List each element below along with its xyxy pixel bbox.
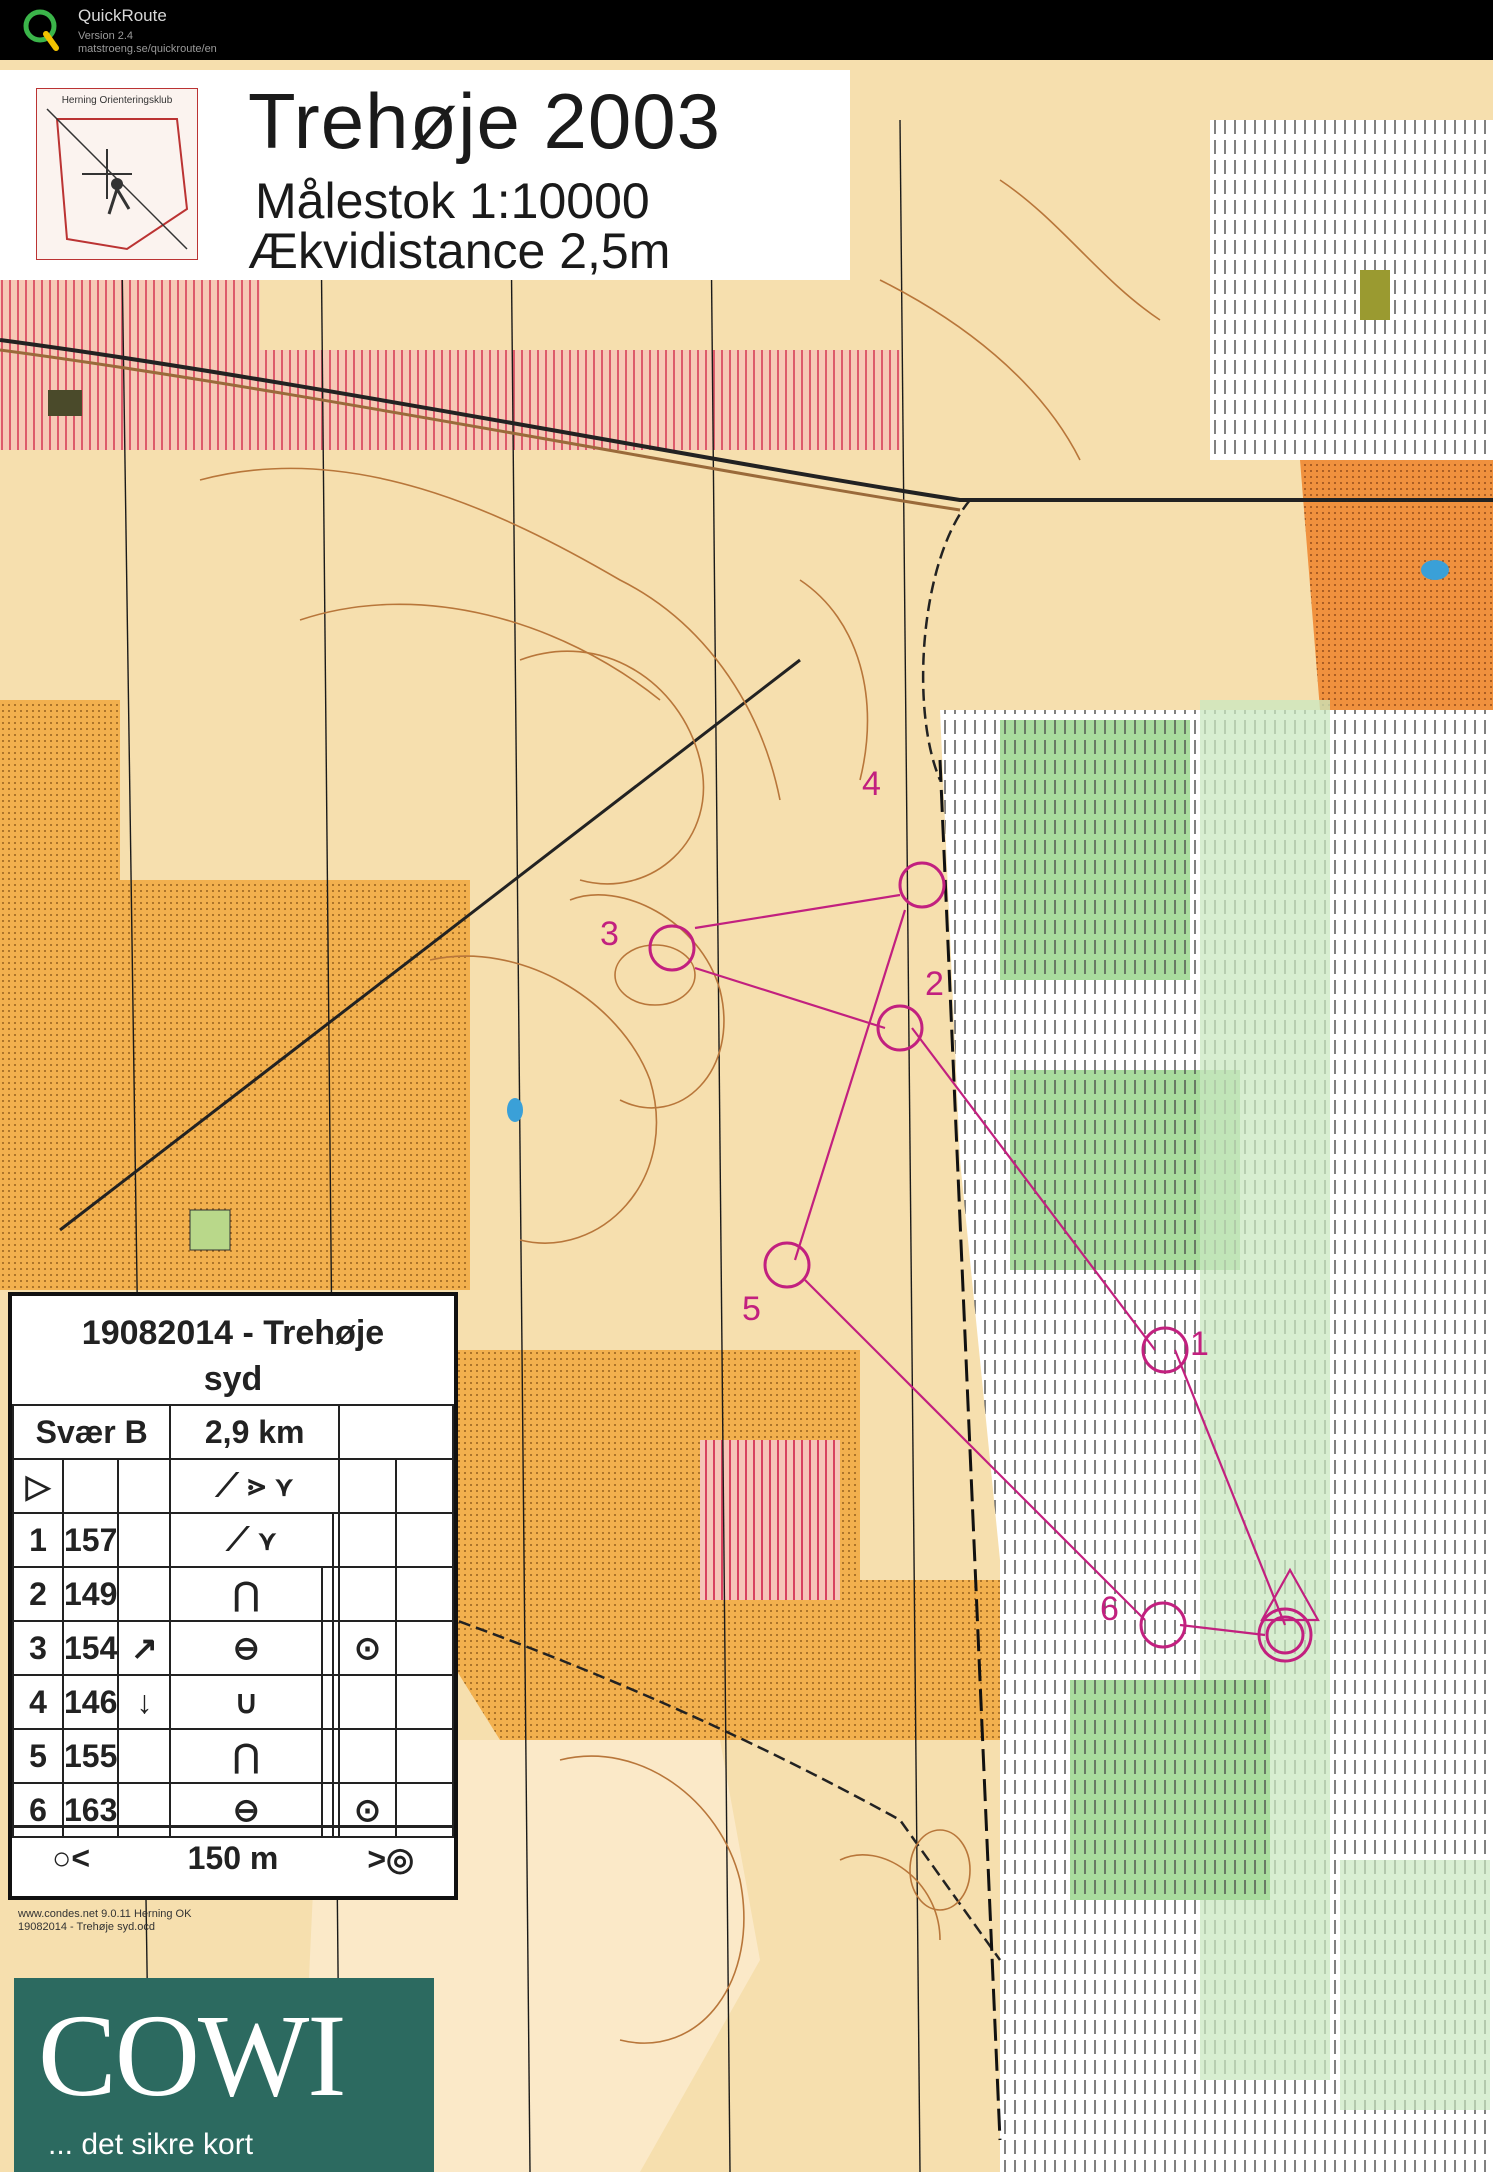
description-table: Svær B 2,9 km ▷ ⟋ ⋗ ⋎ 1 157 ⟋ ⋎ 2 149 ⋂ … [11,1404,454,1838]
building-southwest [189,1209,231,1251]
row-number: 1 [12,1512,64,1568]
class-row: Svær B 2,9 km [11,1404,454,1460]
control-code: 154 [61,1620,120,1676]
map-title: Trehøje 2003 [248,77,722,165]
building-northwest [48,390,82,416]
feature-symbol: ⋂ [169,1566,324,1622]
forest-green-1 [1000,720,1190,980]
direction [117,1566,172,1622]
condes-credit: www.condes.net 9.0.11 Herning OK 1908201… [18,1908,191,1934]
control-location-symbol: ⊙ [338,1620,397,1676]
row-number: 4 [12,1674,64,1730]
club-emblem-icon [46,108,189,251]
control-5-label: 5 [742,1290,761,1328]
description-row-3: 3 154 ↗ ⊖ ⊙ [12,1620,454,1676]
app-name: QuickRoute [78,6,167,25]
row-number: 2 [12,1566,64,1622]
pond [507,1098,523,1122]
orienteering-map[interactable]: 1 2 3 4 5 6 Herning Orienteringsklub Tre… [0,60,1493,2172]
control-code: 146 [61,1674,120,1730]
control-3-label: 3 [600,915,619,953]
description-row-1: 1 157 ⟋ ⋎ [12,1512,454,1568]
control-code: 157 [61,1512,120,1568]
pond-east [1421,560,1449,580]
cowi-logo: COWI [38,1990,347,2121]
app-url: matstroeng.se/quickroute/en [78,43,217,55]
row-number: 3 [12,1620,64,1676]
sponsor-banner: COWI ... det sikre kort [14,1978,434,2172]
feature-symbol: ∪ [169,1674,324,1730]
control-code: 149 [61,1566,120,1622]
start-symbol: ▷ [12,1458,64,1514]
club-name: Herning Orienteringsklub [61,95,173,106]
direction: ↓ [117,1674,172,1730]
condes-line-2: 19082014 - Trehøje syd.ocd [18,1921,155,1933]
building-northeast [1360,270,1390,320]
map-title-panel: Herning Orienteringsklub Trehøje 2003 Må… [0,70,850,280]
finish-symbol: >◎ [367,1841,414,1877]
club-logo: Herning Orienteringsklub [36,88,198,260]
cowi-tagline: ... det sikre kort [48,2128,254,2161]
event-name: 19082014 - Trehøje syd [12,1310,454,1402]
light-green-southeast [1340,1860,1490,2110]
control-code: 155 [61,1728,120,1784]
direction [117,1728,172,1784]
start-feature: ⟋ ⋗ ⋎ [169,1458,340,1514]
app-version: Version 2.4 [78,30,134,42]
feature-symbol: ⟋ ⋎ [169,1512,334,1568]
event-name-line1: 19082014 - Trehøje [81,1314,385,1352]
control-description-card: 19082014 - Trehøje syd Svær B 2,9 km ▷ ⟋… [8,1292,458,1900]
start-row: ▷ ⟋ ⋗ ⋎ [12,1458,454,1514]
description-row-5: 5 155 ⋂ [12,1728,454,1784]
control-4-label: 4 [862,765,881,803]
quickroute-logo-icon [23,9,59,51]
forest-green-3 [1070,1680,1270,1900]
course-length: 2,9 km [169,1404,340,1460]
map-contour-interval: Ækvidistance 2,5m [248,223,671,279]
direction: ↗ [117,1620,172,1676]
control-2-label: 2 [925,965,944,1003]
plantation-northeast [1210,120,1493,460]
condes-line-1: www.condes.net 9.0.11 Herning OK [18,1908,192,1920]
control-6-label: 6 [1100,1590,1119,1628]
description-row-2: 2 149 ⋂ [12,1566,454,1622]
feature-symbol: ⋂ [169,1728,324,1784]
rough-open-area-southwest [0,880,470,1290]
finish-row: ○< 150 m >◎ [12,1825,454,1896]
feature-symbol: ⊖ [169,1620,324,1676]
direction [117,1512,172,1568]
app-titlebar: QuickRoute Version 2.4 matstroeng.se/qui… [0,0,1493,60]
course-class: Svær B [11,1404,172,1460]
row-number: 5 [12,1728,64,1784]
description-row-4: 4 146 ↓ ∪ [12,1674,454,1730]
restricted-area-south [700,1440,840,1600]
control-1-label: 1 [1190,1325,1209,1363]
event-name-line2: syd [203,1360,263,1398]
